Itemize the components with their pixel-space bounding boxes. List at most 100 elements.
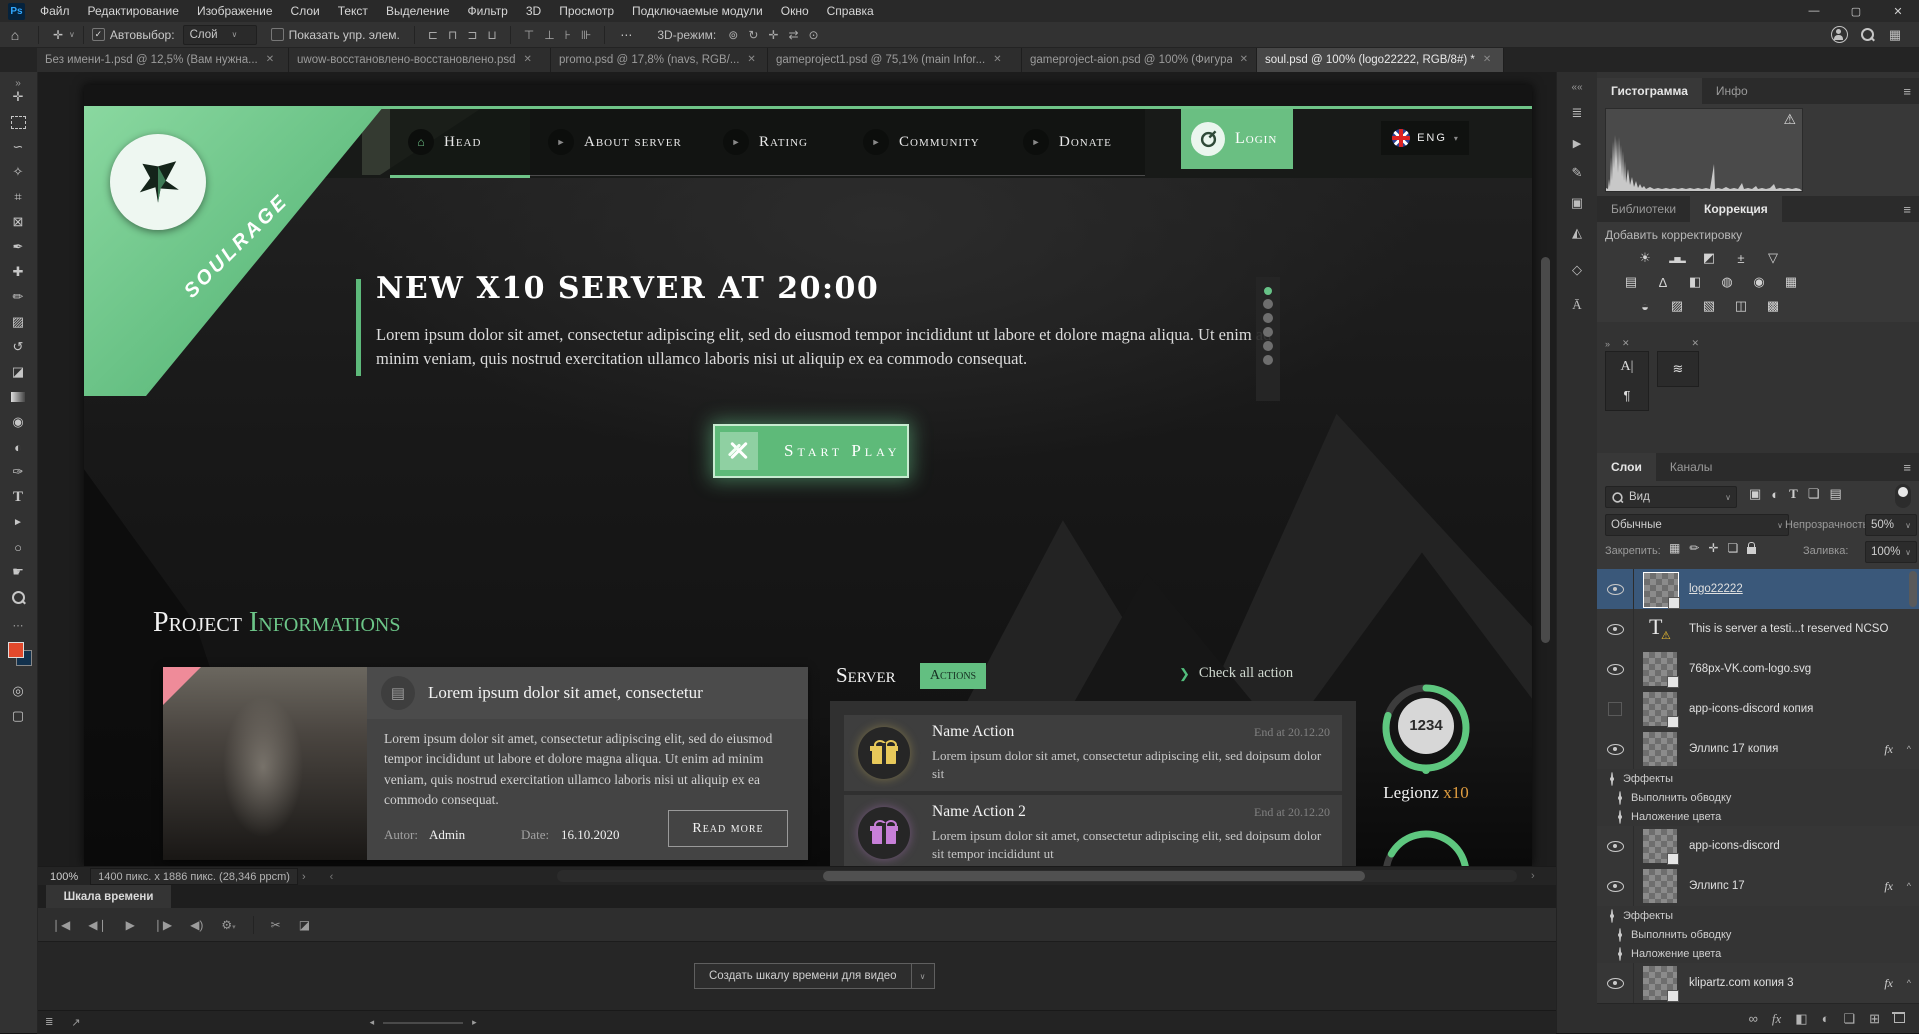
autoselect-checkbox[interactable]: ✓: [92, 28, 105, 41]
distribute-icon[interactable]: ⊪: [581, 28, 591, 42]
fill-field[interactable]: 100% ∨: [1865, 541, 1917, 563]
layer-row[interactable]: app-icons-discord: [1597, 826, 1919, 867]
carousel-dot[interactable]: [1263, 299, 1273, 309]
frames-view-icon[interactable]: ≣: [45, 1017, 53, 1028]
eye-icon[interactable]: [1619, 928, 1621, 942]
previous-frame-icon[interactable]: ◀❘: [88, 918, 107, 932]
photo-filter-icon[interactable]: ◍: [1715, 272, 1739, 292]
menu-filter[interactable]: Фильтр: [459, 0, 517, 22]
close-icon[interactable]: ✕: [1691, 338, 1699, 349]
glyphs-panel-icon[interactable]: Ā: [1563, 292, 1591, 318]
levels-icon[interactable]: ▂▅▂: [1665, 248, 1689, 268]
close-icon[interactable]: ✕: [524, 54, 532, 65]
healing-brush-tool[interactable]: ✚: [0, 261, 36, 283]
layer-name[interactable]: This is server a testi...t reserved NCSO…: [1689, 609, 1889, 649]
3d-roll-icon[interactable]: ↻: [748, 28, 758, 42]
blur-tool[interactable]: ◉: [0, 411, 36, 433]
vibrance-icon[interactable]: ▽: [1761, 248, 1785, 268]
panel-collapse-icon[interactable]: »: [1605, 339, 1610, 349]
menu-type[interactable]: Текст: [329, 0, 377, 22]
layer-name[interactable]: app-icons-discord копия: [1689, 689, 1813, 729]
invert-icon[interactable]: ◒: [1633, 296, 1657, 316]
document-tab[interactable]: gameproject-aion.psd @ 100% (Фигура...✕: [1022, 47, 1257, 72]
align-right-icon[interactable]: ⊐: [467, 28, 477, 42]
brightness-contrast-icon[interactable]: ☀: [1633, 248, 1657, 268]
layer-thumbnail[interactable]: [1643, 869, 1677, 903]
document-tab-active[interactable]: soul.psd @ 100% (logo22222, RGB/8#) *✕: [1257, 47, 1504, 72]
align-top-edges-icon[interactable]: ⊤: [524, 28, 534, 42]
foreground-color-swatch[interactable]: [8, 642, 24, 658]
align-bottom-icon[interactable]: ⊔: [487, 28, 496, 42]
screen-mode-icon[interactable]: ▢: [0, 705, 36, 727]
start-play-button[interactable]: Start Play: [713, 424, 909, 478]
tab-libraries[interactable]: Библиотеки: [1597, 196, 1690, 222]
nav-item-about[interactable]: ► About server: [530, 109, 705, 176]
layer-name[interactable]: klipartz.com копия 3: [1689, 963, 1794, 1003]
layer-row[interactable]: Эллипс 17 копия fx ^: [1597, 729, 1919, 770]
visibility-toggle[interactable]: [1597, 729, 1634, 769]
type-tool[interactable]: T: [0, 486, 36, 508]
new-group-icon[interactable]: ❏: [1843, 1011, 1855, 1027]
clone-stamp-tool[interactable]: ▨: [0, 311, 36, 333]
close-icon[interactable]: ✕: [1622, 338, 1630, 349]
eye-icon[interactable]: [1619, 947, 1621, 961]
actions-panel-icon[interactable]: ▶: [1563, 130, 1591, 156]
filter-type-layers-icon[interactable]: T: [1789, 486, 1798, 502]
carousel-dot[interactable]: [1263, 355, 1273, 365]
character-panel-icon[interactable]: A|: [1621, 359, 1634, 375]
frame-tool[interactable]: ⊠: [0, 211, 36, 233]
tab-channels[interactable]: Каналы: [1656, 453, 1727, 481]
menu-image[interactable]: Изображение: [188, 0, 282, 22]
canvas-area[interactable]: SOULRAGE ⌂ Head ► About server ► Rating …: [37, 72, 1556, 866]
filter-adjustment-layers-icon[interactable]: ◐: [1771, 487, 1779, 502]
language-selector[interactable]: ENG ▾: [1381, 121, 1469, 155]
filter-pixel-layers-icon[interactable]: ▣: [1749, 486, 1761, 502]
horizontal-scrollbar-track[interactable]: [557, 870, 1517, 882]
play-icon[interactable]: ▶: [126, 918, 135, 932]
shape-tool[interactable]: ○: [0, 536, 36, 558]
posterize-icon[interactable]: ▨: [1665, 296, 1689, 316]
close-icon[interactable]: ✕: [266, 54, 274, 65]
properties-mini-panel-icon[interactable]: ≋: [1673, 361, 1684, 377]
account-avatar-icon[interactable]: [1825, 26, 1853, 43]
paragraph-panel-icon[interactable]: ¶: [1624, 388, 1631, 403]
horizontal-scrollbar-thumb[interactable]: [823, 871, 1365, 881]
zoom-in-timeline-icon[interactable]: ▸: [472, 1017, 477, 1028]
visibility-toggle[interactable]: [1597, 609, 1634, 649]
effect-row[interactable]: Наложение цвета: [1597, 807, 1919, 827]
news-card[interactable]: ▤ Lorem ipsum dolor sit amet, consectetu…: [163, 667, 808, 860]
filter-toggle[interactable]: [1895, 484, 1911, 508]
filter-smart-objects-icon[interactable]: ▤: [1829, 486, 1841, 502]
scroll-left-icon[interactable]: ‹: [330, 871, 334, 883]
nav-item-rating[interactable]: ► Rating: [705, 109, 845, 176]
eye-icon[interactable]: [1611, 772, 1613, 786]
document-tab[interactable]: Без имени-1.psd @ 12,5% (Вам нужна...✕: [37, 47, 289, 72]
expand-panels-icon[interactable]: ««: [1563, 74, 1591, 100]
close-button[interactable]: ✕: [1877, 0, 1919, 22]
color-balance-icon[interactable]: Δ: [1651, 272, 1675, 292]
3d-pan-icon[interactable]: ✛: [768, 28, 778, 42]
visibility-toggle[interactable]: [1597, 649, 1634, 689]
layer-name[interactable]: app-icons-discord: [1689, 826, 1780, 866]
menu-select[interactable]: Выделение: [377, 0, 459, 22]
eye-icon[interactable]: [1619, 810, 1621, 824]
3d-slide-icon[interactable]: ⇄: [788, 28, 798, 42]
layer-thumbnail[interactable]: [1643, 966, 1677, 1000]
collapse-effects-icon[interactable]: ^: [1907, 963, 1911, 1003]
exposure-icon[interactable]: ±: [1729, 248, 1753, 268]
actions-tab[interactable]: Actions: [920, 663, 986, 689]
nav-item-head[interactable]: ⌂ Head: [390, 109, 530, 178]
add-layer-mask-icon[interactable]: ◧: [1795, 1011, 1807, 1027]
fx-badge[interactable]: fx: [1884, 866, 1893, 906]
collapse-effects-icon[interactable]: ^: [1907, 866, 1911, 906]
selective-color-icon[interactable]: ◫: [1729, 296, 1753, 316]
eye-icon[interactable]: [1619, 791, 1621, 805]
layer-thumbnail[interactable]: [1643, 732, 1677, 766]
quick-mask-icon[interactable]: ◎: [0, 680, 36, 702]
lock-transparency-icon[interactable]: ▦: [1669, 541, 1680, 555]
login-button[interactable]: Login: [1181, 109, 1293, 169]
document-tab[interactable]: uwow-восстановлено-восстановлено.psd✕: [289, 47, 551, 72]
search-icon[interactable]: [1853, 28, 1881, 41]
layer-thumbnail[interactable]: [1643, 572, 1679, 608]
menu-view[interactable]: Просмотр: [550, 0, 623, 22]
